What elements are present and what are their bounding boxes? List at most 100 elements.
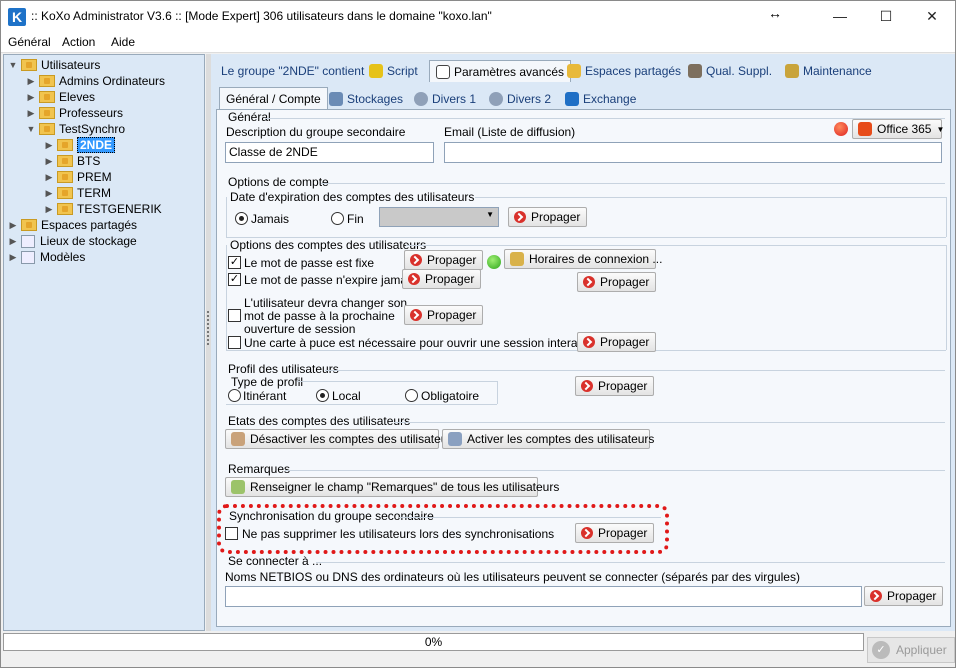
tab-maintenance[interactable]: Maintenance: [779, 60, 878, 82]
tree-node-lieux[interactable]: ▶ Lieux de stockage: [8, 233, 137, 249]
checkbox-change-pwd[interactable]: [228, 309, 241, 322]
description-input[interactable]: Classe de 2NDE: [225, 142, 434, 163]
expand-icon[interactable]: ▶: [26, 108, 36, 119]
tree-node-bts[interactable]: ▶ BTS: [44, 153, 101, 169]
folder-icon: [57, 155, 73, 167]
tab-espaces-partages[interactable]: Espaces partagés: [561, 60, 687, 82]
login-hours-button[interactable]: Horaires de connexion ...: [504, 249, 662, 269]
radio-obligatoire[interactable]: [405, 389, 418, 402]
tree-node-testsynchro[interactable]: ▼ TestSynchro: [26, 121, 126, 137]
close-button[interactable]: ✕: [909, 1, 955, 32]
tree-node-term[interactable]: ▶ TERM: [44, 185, 111, 201]
propagate-sync-button[interactable]: Propager: [575, 523, 654, 543]
propagate-change-pwd-button[interactable]: Propager: [404, 305, 483, 325]
expand-icon[interactable]: ▶: [8, 220, 18, 231]
menu-aide[interactable]: Aide: [111, 35, 135, 49]
tab-divers-1[interactable]: Divers 1: [408, 88, 482, 110]
checkbox-pwd-fixed[interactable]: ✓: [228, 256, 241, 269]
propagate-icon: [514, 211, 526, 223]
radio-fin-label: Fin: [347, 212, 364, 226]
menu-action[interactable]: Action: [62, 35, 95, 49]
expand-icon[interactable]: ▶: [8, 252, 18, 263]
radio-jamais[interactable]: [235, 212, 248, 225]
app-window: K :: KoXo Administrator V3.6 :: [Mode Ex…: [0, 0, 956, 668]
radio-local-label: Local: [332, 389, 361, 403]
collapse-icon[interactable]: ▼: [8, 60, 18, 70]
office-icon: [858, 122, 872, 136]
no-delete-users-label: Ne pas supprimer les utilisateurs lors d…: [242, 527, 555, 541]
checkbox-pwd-never-expires[interactable]: ✓: [228, 273, 241, 286]
splitter-grip[interactable]: [207, 311, 210, 345]
divider: [226, 245, 227, 350]
tree-node-testgenerik[interactable]: ▶ TESTGENERIK: [44, 201, 162, 217]
expand-icon[interactable]: ▶: [44, 172, 54, 183]
expand-icon[interactable]: ▶: [26, 92, 36, 103]
expand-icon[interactable]: ▶: [26, 76, 36, 87]
fill-remarks-button[interactable]: Renseigner le champ "Remarques" de tous …: [225, 477, 559, 497]
folder-icon: [57, 187, 73, 199]
tree-node-utilisateurs[interactable]: ▼ Utilisateurs: [8, 57, 101, 73]
propagate-connect-button[interactable]: Propager: [864, 586, 943, 606]
title-bar: K :: KoXo Administrator V3.6 :: [Mode Ex…: [1, 1, 955, 32]
tab-stockages[interactable]: Stockages: [323, 88, 409, 110]
user-enable-icon: [448, 432, 462, 446]
radio-local[interactable]: [316, 389, 329, 402]
propagate-profile-button[interactable]: Propager: [575, 376, 654, 396]
checkbox-smartcard[interactable]: [228, 336, 241, 349]
shared-folder-icon: [567, 64, 581, 78]
tree-node-prem[interactable]: ▶ PREM: [44, 169, 112, 185]
radio-jamais-label: Jamais: [251, 212, 290, 226]
tab-exchange[interactable]: Exchange: [559, 88, 642, 110]
pwd-never-expires-label: Le mot de passe n'expire jamais: [244, 273, 416, 287]
tree-node-eleves[interactable]: ▶ Eleves: [26, 89, 96, 105]
divider: [297, 381, 497, 382]
tab-script[interactable]: Script: [363, 60, 424, 82]
tab-divers-2[interactable]: Divers 2: [483, 88, 557, 110]
expand-icon[interactable]: ▶: [44, 156, 54, 167]
folder-icon: [21, 59, 37, 71]
collapse-icon[interactable]: ▼: [26, 124, 36, 134]
tree-node-2nde[interactable]: ▶ 2NDE: [44, 137, 116, 153]
enable-accounts-button[interactable]: Activer les comptes des utilisateurs: [442, 429, 654, 449]
radio-itinerant[interactable]: [228, 389, 241, 402]
change-pwd-label-3: ouverture de session: [244, 322, 356, 336]
netbios-input[interactable]: [225, 586, 862, 607]
tree-node-professeurs[interactable]: ▶ Professeurs: [26, 105, 124, 121]
apply-button[interactable]: ✓ Appliquer: [867, 637, 955, 663]
propagate-login-hours-button[interactable]: Propager: [577, 272, 656, 292]
section-sync-heading: Synchronisation du groupe secondaire: [229, 509, 434, 523]
divider: [325, 370, 945, 371]
maximize-button[interactable]: ☐: [863, 1, 909, 32]
tab-general-compte[interactable]: Général / Compte: [219, 87, 328, 110]
tab-qual-suppl[interactable]: Qual. Suppl.: [682, 60, 778, 82]
minimize-button[interactable]: —: [817, 1, 863, 32]
divider: [946, 245, 947, 350]
divider: [475, 197, 946, 198]
propagate-expiry-button[interactable]: Propager: [508, 207, 587, 227]
propagate-pwd-fixed-button[interactable]: Propager: [404, 250, 483, 270]
expand-icon[interactable]: ▶: [44, 140, 54, 151]
propagate-pwd-expire-button[interactable]: Propager: [402, 269, 481, 289]
radio-fin[interactable]: [331, 212, 344, 225]
expiry-date-picker[interactable]: ▼: [379, 207, 499, 227]
tab-parametres-avances[interactable]: Paramètres avancés: [429, 60, 572, 82]
profile-type-heading: Type de profil: [231, 375, 304, 389]
office365-dropdown[interactable]: Office 365 ▼: [852, 119, 944, 139]
email-input[interactable]: [444, 142, 942, 163]
checkbox-no-delete-users[interactable]: [225, 527, 238, 540]
exchange-icon: [565, 92, 579, 106]
propagate-smartcard-button[interactable]: Propager: [577, 332, 656, 352]
expand-icon[interactable]: ▶: [8, 236, 18, 247]
folder-icon: [57, 203, 73, 215]
disable-accounts-button[interactable]: Désactiver les comptes des utilisateurs: [225, 429, 457, 449]
menu-general[interactable]: Général: [8, 35, 51, 49]
expand-icon[interactable]: ▶: [44, 188, 54, 199]
tree-node-modeles[interactable]: ▶ Modèles: [8, 249, 86, 265]
divider: [226, 404, 497, 405]
propagate-icon: [410, 309, 422, 321]
expand-icon[interactable]: ▶: [44, 204, 54, 215]
tab-group-contains[interactable]: Le groupe "2NDE" contient: [215, 60, 370, 82]
tree-node-espaces[interactable]: ▶ Espaces partagés: [8, 217, 138, 233]
tree-node-admins[interactable]: ▶ Admins Ordinateurs: [26, 73, 166, 89]
navigation-tree: ▼ Utilisateurs ▶ Admins Ordinateurs ▶ Eleve…: [3, 54, 205, 631]
